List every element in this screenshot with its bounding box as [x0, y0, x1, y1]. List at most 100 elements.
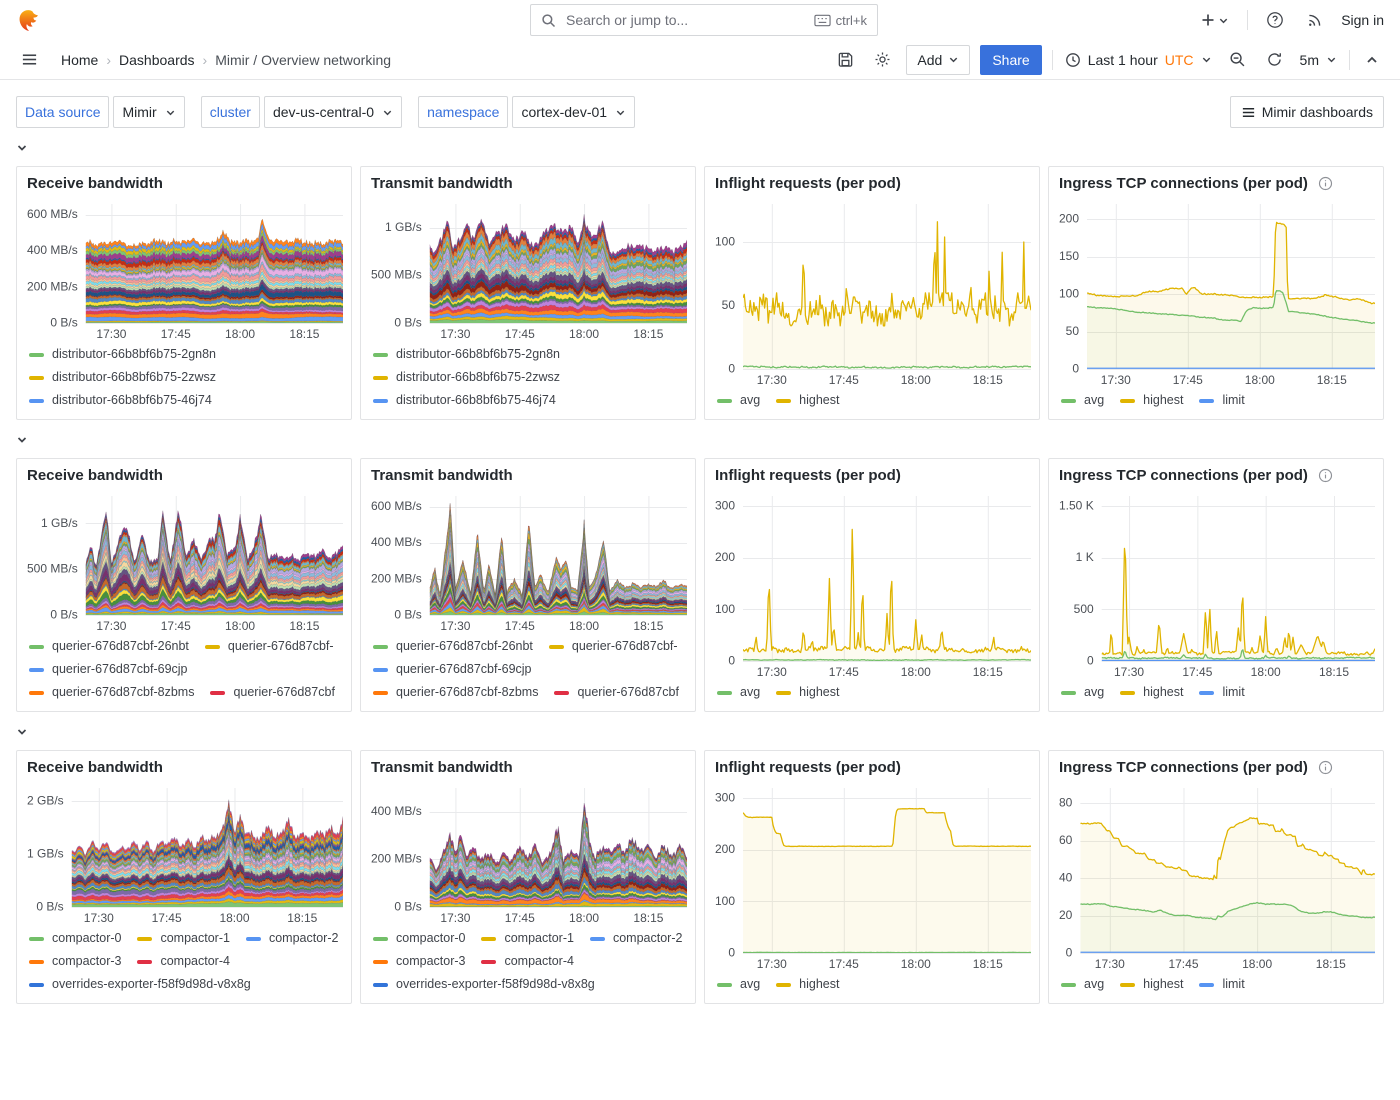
- share-button[interactable]: Share: [980, 45, 1041, 75]
- chart-canvas[interactable]: [1049, 194, 1383, 389]
- section-header-writes[interactable]: [16, 142, 1384, 154]
- variable-namespace-value[interactable]: cortex-dev-01: [512, 96, 635, 128]
- legend-item[interactable]: distributor-66b8bf6b75-2zwsz: [29, 366, 216, 389]
- variable-cluster-label[interactable]: cluster: [201, 96, 260, 128]
- legend-item[interactable]: compactor-0: [373, 927, 465, 950]
- mimir-dashboards-button[interactable]: Mimir dashboards: [1230, 96, 1384, 128]
- legend-item[interactable]: highest: [1120, 681, 1183, 704]
- legend-item[interactable]: querier-676d87cbf-26nbt: [29, 635, 189, 658]
- add-panel-button[interactable]: Add: [906, 45, 970, 75]
- legend-item[interactable]: avg: [1061, 681, 1104, 704]
- legend-item[interactable]: avg: [717, 681, 760, 704]
- breadcrumb-dashboards[interactable]: Dashboards: [119, 52, 195, 68]
- legend-item[interactable]: limit: [1199, 389, 1244, 412]
- legend-item[interactable]: querier-676d87cbf: [210, 681, 334, 704]
- chart-canvas[interactable]: [361, 778, 695, 927]
- panel-title[interactable]: Receive bandwidth: [17, 459, 351, 486]
- variable-cluster-value[interactable]: dev-us-central-0: [264, 96, 402, 128]
- legend-item[interactable]: querier-676d87cbf-8zbms: [373, 681, 538, 704]
- legend-item[interactable]: distributor-66b8bf6b75-2gn8n: [373, 343, 560, 366]
- chart-canvas[interactable]: [17, 778, 351, 927]
- refresh-button[interactable]: [1261, 46, 1288, 73]
- legend-item[interactable]: avg: [1061, 389, 1104, 412]
- panel-title[interactable]: Inflight requests (per pod): [705, 167, 1039, 194]
- legend-item[interactable]: compactor-4: [481, 950, 573, 973]
- panel-title[interactable]: Inflight requests (per pod): [705, 459, 1039, 486]
- info-icon[interactable]: [1318, 176, 1333, 191]
- panel-title[interactable]: Receive bandwidth: [17, 167, 351, 194]
- legend-item[interactable]: compactor-2: [246, 927, 338, 950]
- panel-title[interactable]: Ingress TCP connections (per pod): [1049, 167, 1383, 194]
- panel-title[interactable]: Transmit bandwidth: [361, 751, 695, 778]
- mega-menu-button[interactable]: [16, 46, 43, 73]
- legend-item[interactable]: avg: [717, 973, 760, 996]
- legend-item[interactable]: highest: [776, 389, 839, 412]
- new-button[interactable]: [1196, 8, 1233, 32]
- panel-title[interactable]: Transmit bandwidth: [361, 167, 695, 194]
- info-icon[interactable]: [1318, 760, 1333, 775]
- legend-item[interactable]: highest: [1120, 389, 1183, 412]
- legend-item[interactable]: overrides-exporter-f58f9d98d-v8x8g: [373, 973, 595, 996]
- chart-canvas[interactable]: [17, 194, 351, 343]
- legend-item[interactable]: querier-676d87cbf-: [205, 635, 334, 658]
- legend-item[interactable]: overrides-exporter-f58f9d98d-v8x8g: [29, 973, 251, 996]
- time-range-picker[interactable]: Last 1 hour UTC: [1063, 48, 1214, 72]
- legend-swatch: [1199, 399, 1214, 403]
- chart-canvas[interactable]: [1049, 778, 1383, 973]
- panel-title[interactable]: Ingress TCP connections (per pod): [1049, 751, 1383, 778]
- legend-item[interactable]: distributor-66b8bf6b75-2zwsz: [373, 366, 560, 389]
- legend-item[interactable]: querier-676d87cbf-26nbt: [373, 635, 533, 658]
- legend-item[interactable]: avg: [1061, 973, 1104, 996]
- variable-datasource-value[interactable]: Mimir: [113, 96, 184, 128]
- refresh-interval-picker[interactable]: 5m: [1298, 48, 1339, 72]
- chart-canvas[interactable]: [705, 194, 1039, 389]
- chart-canvas[interactable]: [361, 194, 695, 343]
- variable-namespace-label[interactable]: namespace: [418, 96, 508, 128]
- legend-item[interactable]: distributor-66b8bf6b75-2gn8n: [29, 343, 216, 366]
- legend-item[interactable]: highest: [1120, 973, 1183, 996]
- grafana-logo[interactable]: [16, 8, 41, 33]
- zoom-out-time-button[interactable]: [1224, 46, 1251, 73]
- legend-item[interactable]: compactor-1: [137, 927, 229, 950]
- save-dashboard-button[interactable]: [832, 46, 859, 73]
- panel-title[interactable]: Receive bandwidth: [17, 751, 351, 778]
- legend-item[interactable]: highest: [776, 973, 839, 996]
- chart-canvas[interactable]: [705, 778, 1039, 973]
- chart-canvas[interactable]: [17, 486, 351, 635]
- legend-item[interactable]: compactor-1: [481, 927, 573, 950]
- global-search[interactable]: ctrl+k: [530, 4, 878, 36]
- legend-item[interactable]: querier-676d87cbf-: [549, 635, 678, 658]
- legend-item[interactable]: limit: [1199, 973, 1244, 996]
- search-input[interactable]: [564, 11, 806, 29]
- panel-title[interactable]: Transmit bandwidth: [361, 459, 695, 486]
- section-header-backend[interactable]: [16, 726, 1384, 738]
- chart-canvas[interactable]: [361, 486, 695, 635]
- news-button[interactable]: [1302, 8, 1327, 33]
- breadcrumb-home[interactable]: Home: [61, 52, 98, 68]
- variable-datasource-label[interactable]: Data source: [16, 96, 109, 128]
- section-header-reads[interactable]: [16, 434, 1384, 446]
- info-icon[interactable]: [1318, 468, 1333, 483]
- panel-title[interactable]: Ingress TCP connections (per pod): [1049, 459, 1383, 486]
- legend-item[interactable]: querier-676d87cbf: [554, 681, 678, 704]
- chart-canvas[interactable]: [1049, 486, 1383, 681]
- legend-item[interactable]: distributor-66b8bf6b75-46j74: [373, 389, 556, 412]
- legend-item[interactable]: querier-676d87cbf-8zbms: [29, 681, 194, 704]
- legend-item[interactable]: compactor-3: [373, 950, 465, 973]
- legend-item[interactable]: compactor-2: [590, 927, 682, 950]
- legend-item[interactable]: querier-676d87cbf-69cjp: [29, 658, 188, 681]
- legend-item[interactable]: avg: [717, 389, 760, 412]
- legend-item[interactable]: compactor-0: [29, 927, 121, 950]
- legend-item[interactable]: limit: [1199, 681, 1244, 704]
- collapse-toolbar-button[interactable]: [1360, 48, 1384, 72]
- legend-item[interactable]: distributor-66b8bf6b75-46j74: [29, 389, 212, 412]
- dashboard-settings-button[interactable]: [869, 46, 896, 73]
- sign-in-link[interactable]: Sign in: [1341, 12, 1384, 28]
- help-button[interactable]: [1262, 7, 1288, 33]
- panel-title[interactable]: Inflight requests (per pod): [705, 751, 1039, 778]
- legend-item[interactable]: compactor-4: [137, 950, 229, 973]
- legend-item[interactable]: compactor-3: [29, 950, 121, 973]
- legend-item[interactable]: querier-676d87cbf-69cjp: [373, 658, 532, 681]
- chart-canvas[interactable]: [705, 486, 1039, 681]
- legend-item[interactable]: highest: [776, 681, 839, 704]
